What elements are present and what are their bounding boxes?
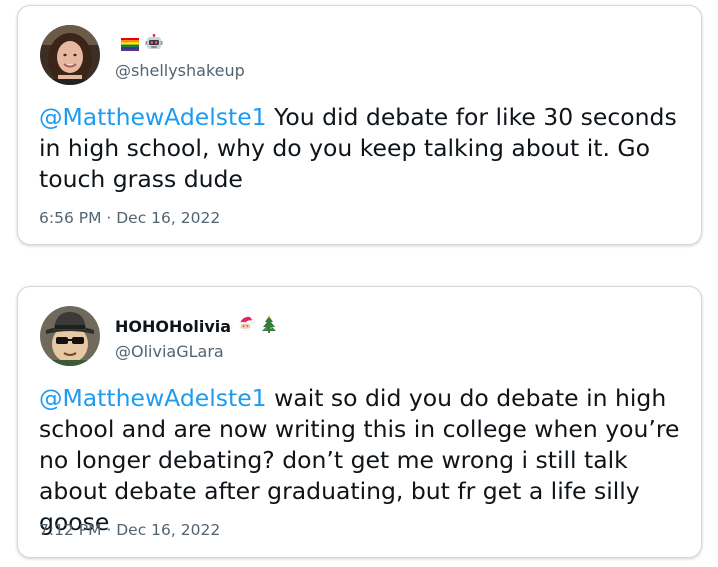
tweet-timestamp[interactable]: 6:56 PM · Dec 16, 2022 xyxy=(39,209,220,227)
mention-link[interactable]: @MatthewAdelste1 xyxy=(39,384,267,412)
profile-photo-icon xyxy=(40,306,100,366)
mention-link[interactable]: @MatthewAdelste1 xyxy=(39,103,267,131)
rainbow-flag-icon xyxy=(121,36,139,55)
robot-face-icon xyxy=(145,33,163,56)
tweet-timestamp[interactable]: 7:12 PM · Dec 16, 2022 xyxy=(39,521,220,539)
tweet-card[interactable]: HOHOHolivia @OliviaGLara @MatthewAdelste… xyxy=(17,286,702,558)
tweet-card[interactable]: @shellyshakeup @MatthewAdelste1 You did … xyxy=(17,5,702,245)
display-name-line[interactable]: HOHOHolivia xyxy=(115,315,277,337)
santa-face-icon xyxy=(237,315,255,337)
user-handle[interactable]: @shellyshakeup xyxy=(115,61,245,80)
display-name-line[interactable] xyxy=(115,33,163,56)
tweet-text: @MatthewAdelste1 wait so did you do deba… xyxy=(39,383,689,538)
avatar[interactable] xyxy=(40,306,100,366)
display-name[interactable]: HOHOHolivia xyxy=(115,317,231,336)
avatar[interactable] xyxy=(40,25,100,85)
christmas-tree-icon xyxy=(261,315,277,337)
tweet-text: @MatthewAdelste1 You did debate for like… xyxy=(39,102,689,195)
profile-photo-icon xyxy=(40,25,100,85)
user-handle[interactable]: @OliviaGLara xyxy=(115,342,224,361)
